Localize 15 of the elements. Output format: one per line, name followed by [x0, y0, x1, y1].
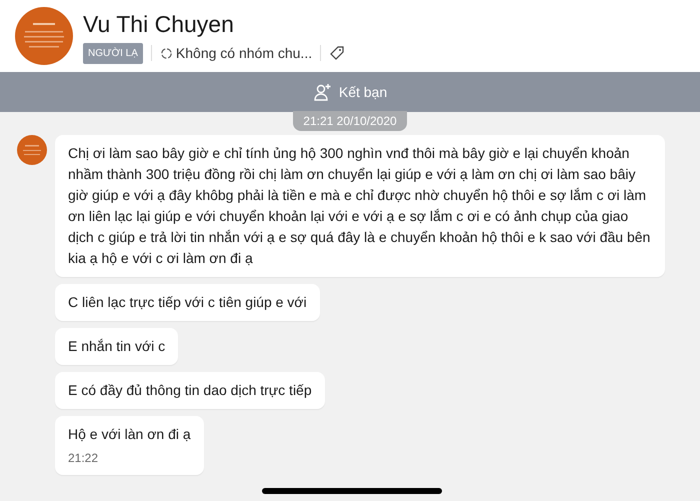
avatar-icon[interactable] — [15, 7, 73, 65]
message-time: 21:22 — [68, 450, 100, 467]
stranger-badge: NGƯỜI LẠ — [83, 42, 143, 64]
message-text: E có đầy đủ thông tin dao dịch trực tiếp — [68, 381, 312, 400]
message-text: C liên lạc trực tiếp với c tiên giúp e với — [68, 293, 307, 312]
group-button[interactable]: Không có nhóm chu... — [160, 42, 312, 64]
message-text: E nhắn tin với c — [68, 337, 166, 356]
avatar-icon[interactable] — [17, 135, 47, 165]
message-text: Chị ơi làm sao bây giờ e chỉ tính ủng hộ 300 nghìn vnđ thôi mà bây giờ e lại chuyển khoản nhầm thành 300 triệu đồng rồi chị làm ơn chuyển lại giúp e với ạ làm ơn chị ơi làm sao bâiy giờ giúp e với ạ đây khôbg phải là tiền e mà e chỉ được nhờ chuyển hộ thôi e sợ lắm c ơi làm ơn liên lạc lại giúp e với chuyển khoản lại với e với ạ e sợ lắm c ơi e có ảnh chụp của giao dịch c giúp e trả lời tin nhắn với ạ e sợ quá đây là e chuyển khoản hộ thôi e k sao với đầu bên kia ạ hộ e với c ơi làm ơn đi ạ — [68, 144, 652, 268]
tag-icon[interactable] — [329, 45, 346, 61]
refresh-icon — [160, 46, 173, 60]
date-stamp: 21:21 20/10/2020 — [293, 111, 407, 131]
contact-name: Vu Thi Chuyen — [83, 10, 235, 38]
message-text: Hộ e với làn ơn đi ạ — [68, 425, 191, 444]
add-person-icon — [312, 82, 333, 102]
